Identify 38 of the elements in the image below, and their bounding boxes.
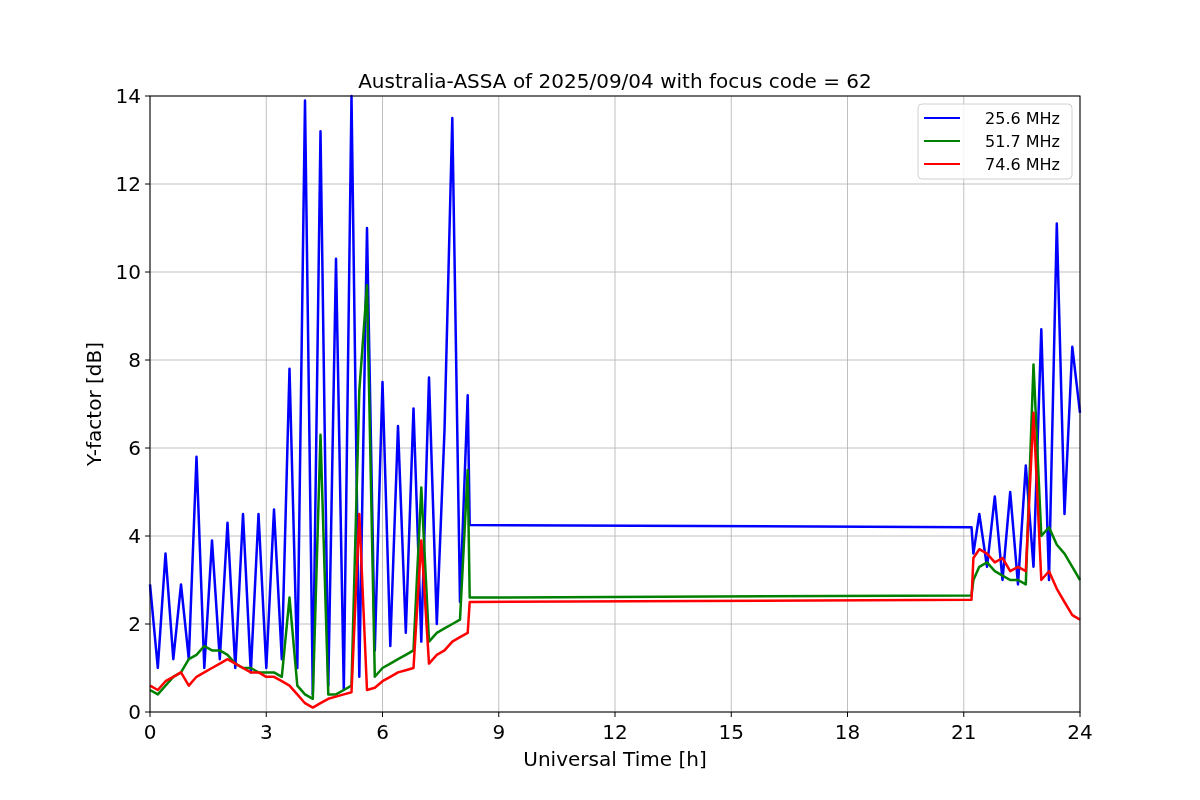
tick-mark: [382, 711, 383, 718]
y-axis-label: Y-factor [dB]: [82, 342, 106, 466]
x-tick-label: 18: [834, 720, 861, 744]
x-tick-label: 15: [718, 720, 744, 744]
x-tick-label: 9: [492, 720, 506, 744]
x-tick-label: 12: [602, 720, 628, 744]
tick-mark: [498, 711, 500, 718]
x-tick-label: 24: [1067, 720, 1093, 744]
tick-mark: [847, 711, 848, 718]
y-tick-label: 8: [128, 348, 141, 372]
tick-mark: [144, 183, 151, 185]
y-tick-label: 6: [128, 436, 141, 460]
legend-label: 25.6 MHz: [985, 109, 1060, 128]
tick-mark: [963, 711, 965, 718]
chart-title: Australia-ASSA of 2025/09/04 with focus code = 62: [358, 69, 872, 93]
y-tick-label: 10: [115, 260, 141, 284]
y-tick-label: 0: [128, 700, 141, 724]
y-tick-label: 2: [128, 612, 141, 636]
x-axis-label: Universal Time [h]: [523, 747, 707, 771]
tick-mark: [144, 95, 151, 97]
x-tick-label: 0: [143, 720, 157, 744]
tick-mark: [265, 711, 267, 718]
tick-mark: [144, 623, 151, 625]
legend-label: 51.7 MHz: [985, 132, 1060, 151]
y-tick-label: 14: [115, 84, 141, 108]
tick-mark: [144, 447, 151, 449]
tick-mark: [1079, 711, 1081, 718]
x-tick-label: 3: [259, 720, 273, 744]
legend-label: 74.6 MHz: [985, 155, 1060, 174]
x-tick-label: 6: [376, 720, 389, 744]
y-tick-label: 4: [128, 524, 141, 548]
y-tick-label: 12: [115, 172, 141, 196]
tick-mark: [614, 711, 616, 718]
tick-mark: [144, 535, 151, 537]
tick-mark: [144, 271, 151, 273]
x-tick-label: 21: [951, 720, 977, 744]
tick-mark: [730, 711, 732, 718]
tick-mark: [144, 359, 151, 361]
